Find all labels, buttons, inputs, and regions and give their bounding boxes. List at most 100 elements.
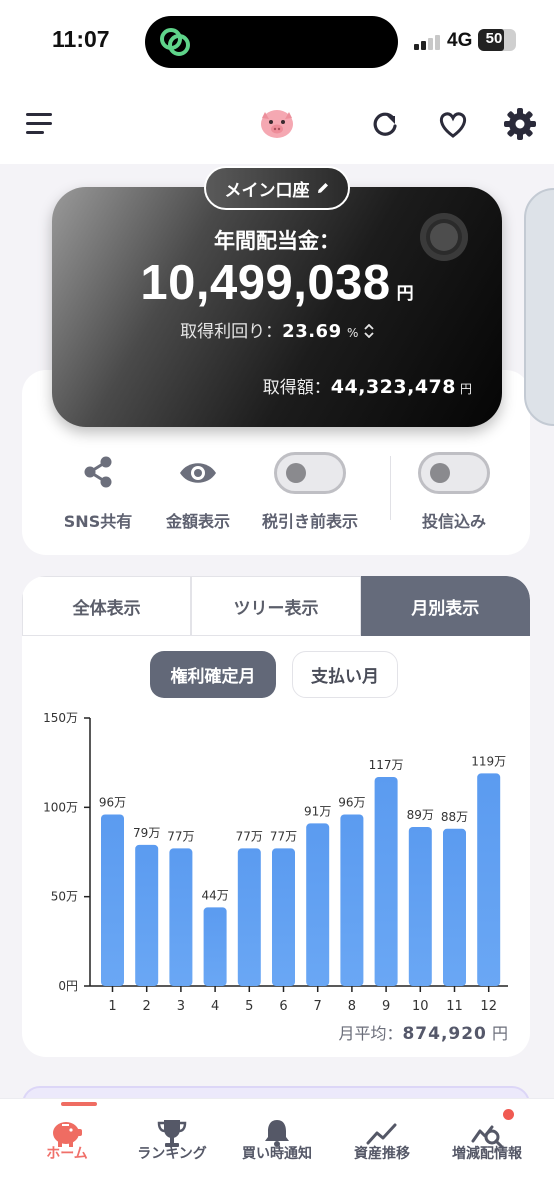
cost-value: 44,323,478 <box>330 376 456 398</box>
account-summary-card[interactable]: 年間配当金： 10,499,038 円 取得利回り：23.69 % 取得額：44,… <box>52 187 502 427</box>
acquisition-yield[interactable]: 取得利回り：23.69 % <box>52 317 502 342</box>
annual-dividend-title: 年間配当金： <box>214 229 340 253</box>
account-name-pill[interactable]: メイン口座 <box>204 166 350 210</box>
acquisition-cost: 取得額：44,323,478 円 <box>52 373 472 398</box>
nav-item-dividend-change[interactable]: 増減配情報 <box>432 1099 542 1189</box>
bar-value-label: 96万 <box>99 795 126 809</box>
bar <box>135 844 159 986</box>
link-rings-icon <box>160 28 190 56</box>
nav-label-ranking: ランキング <box>137 1146 207 1162</box>
annual-dividend-amount: 10,499,038 円 <box>52 255 502 311</box>
signal-icon <box>414 34 442 50</box>
pretax-display-control: 税引き前表示 <box>262 452 358 531</box>
status-bar: 11:07 4G 50 <box>0 0 554 84</box>
bar <box>237 848 261 986</box>
notification-badge <box>503 1109 514 1120</box>
nav-label-home: ホーム <box>46 1146 88 1162</box>
pretax-toggle[interactable] <box>274 452 346 494</box>
x-tick-label: 2 <box>143 999 151 1014</box>
monthly-dividend-bar-chart: 0円 50万 100万 150万 96万 1 79万 2 77万 3 44万 4 77万 5 77万 6 91万… <box>43 711 508 1014</box>
bar <box>169 848 193 986</box>
show-amount-label: 金額表示 <box>165 512 231 531</box>
bar <box>477 773 501 986</box>
yield-value: 23.69 <box>282 321 342 342</box>
network-type: 4G <box>447 30 473 51</box>
bar-value-label: 77万 <box>270 829 297 843</box>
x-tick-label: 7 <box>314 999 322 1014</box>
active-indicator <box>61 1102 97 1106</box>
x-tick-label: 10 <box>412 999 429 1014</box>
view-tabs: 全体表示 ツリー表示 月別表示 <box>22 576 530 636</box>
record-month-button[interactable]: 権利確定月 <box>150 651 276 698</box>
nav-item-buy-alert[interactable]: 買い時通知 <box>222 1099 332 1189</box>
dynamic-island <box>145 16 398 68</box>
bar <box>306 823 330 986</box>
bar-value-label: 77万 <box>236 829 263 843</box>
yield-label: 取得利回り： <box>180 322 283 342</box>
bar-value-label: 77万 <box>167 829 194 843</box>
bar-value-label: 44万 <box>201 888 228 902</box>
include-funds-toggle[interactable] <box>418 452 490 494</box>
battery-level: 50 <box>485 30 503 47</box>
bar <box>374 776 398 986</box>
sns-share-label: SNS共有 <box>63 512 133 531</box>
tab-tree[interactable]: ツリー表示 <box>191 576 361 636</box>
bar-value-label: 117万 <box>369 758 404 772</box>
bar <box>340 814 364 986</box>
gear-icon[interactable] <box>502 106 538 142</box>
tab-overall[interactable]: 全体表示 <box>22 576 192 636</box>
bar-value-label: 89万 <box>407 808 434 822</box>
bar <box>101 814 124 986</box>
monthly-average: 月平均：874,920 円 <box>338 1020 508 1044</box>
bar-value-label: 88万 <box>441 810 468 824</box>
dividend-chart-card: 全体表示 ツリー表示 月別表示 権利確定月 支払い月 0円 50万 100万 150万… <box>22 576 530 1057</box>
cost-label: 取得額： <box>262 378 331 398</box>
controls-divider <box>390 456 391 520</box>
monthly-average-label: 月平均： <box>338 1024 403 1043</box>
x-tick-label: 11 <box>446 999 463 1014</box>
nav-item-home[interactable]: ホーム <box>12 1099 122 1189</box>
y-tick-label: 150万 <box>43 711 78 725</box>
x-tick-label: 9 <box>382 999 390 1014</box>
tab-monthly[interactable]: 月別表示 <box>360 576 530 636</box>
nav-item-ranking[interactable]: ランキング <box>117 1099 227 1189</box>
pretax-label: 税引き前表示 <box>261 512 359 531</box>
amount-value: 10,499,038 <box>140 256 391 310</box>
nav-item-asset-trend[interactable]: 資産推移 <box>327 1099 437 1189</box>
bar-value-label: 119万 <box>471 754 506 768</box>
bar-value-label: 79万 <box>133 826 160 840</box>
bar <box>443 828 466 986</box>
hamburger-menu-icon[interactable] <box>26 113 54 135</box>
monthly-average-unit: 円 <box>491 1024 508 1043</box>
eye-icon <box>180 463 216 483</box>
bottom-nav: ホーム ランキング 買い時通知 資産推移 増減配情報 <box>0 1098 554 1200</box>
refresh-icon[interactable] <box>367 106 403 142</box>
pencil-icon[interactable] <box>316 181 330 195</box>
nav-label-buy-alert: 買い時通知 <box>242 1146 312 1162</box>
heart-icon[interactable] <box>435 106 471 142</box>
bar-value-label: 96万 <box>338 795 365 809</box>
nav-label-dividend-change: 増減配情報 <box>452 1146 522 1162</box>
yield-unit: % <box>347 326 359 340</box>
include-funds-control: 投信込み <box>418 452 490 531</box>
account-name: メイン口座 <box>224 180 310 201</box>
monthly-average-value: 874,920 <box>402 1024 487 1044</box>
app-header <box>0 84 554 164</box>
piggy-bank-icon <box>261 110 293 138</box>
x-tick-label: 3 <box>177 999 185 1014</box>
include-funds-label: 投信込み <box>421 512 487 531</box>
share-icon <box>84 456 112 488</box>
bar <box>272 848 295 986</box>
x-tick-label: 1 <box>108 999 116 1014</box>
cost-unit: 円 <box>459 382 472 396</box>
y-tick-label: 50万 <box>51 890 78 904</box>
x-tick-label: 12 <box>480 999 497 1014</box>
sort-toggle-icon[interactable] <box>364 323 374 339</box>
y-tick-label: 100万 <box>43 800 78 814</box>
x-tick-label: 4 <box>211 999 219 1014</box>
x-tick-label: 6 <box>279 999 287 1014</box>
x-tick-label: 8 <box>348 999 356 1014</box>
next-account-card[interactable] <box>524 188 554 426</box>
payment-month-button[interactable]: 支払い月 <box>292 651 398 698</box>
battery-icon: 50 <box>478 29 516 51</box>
